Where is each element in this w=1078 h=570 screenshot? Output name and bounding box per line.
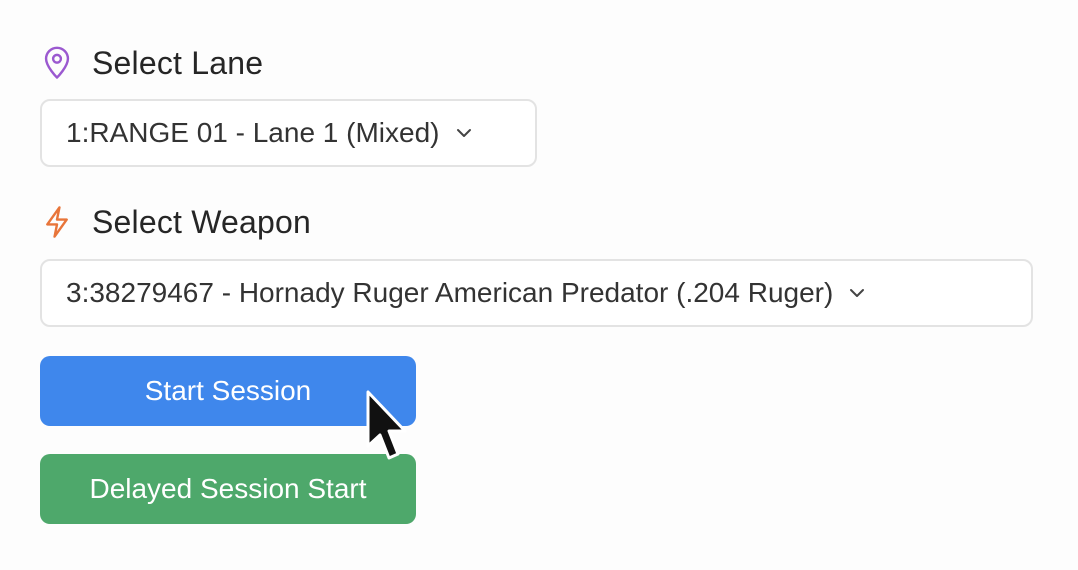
lane-select-value: 1:RANGE 01 - Lane 1 (Mixed) bbox=[66, 117, 440, 148]
lane-select[interactable]: 1:RANGE 01 - Lane 1 (Mixed) bbox=[40, 99, 537, 167]
session-panel: Select Lane 1:RANGE 01 - Lane 1 (Mixed) … bbox=[0, 0, 1078, 570]
start-session-button[interactable]: Start Session bbox=[40, 356, 416, 426]
weapon-select-value: 3:38279467 - Hornady Ruger American Pred… bbox=[66, 277, 834, 308]
weapon-label: Select Weapon bbox=[92, 203, 312, 240]
delayed-session-start-button[interactable]: Delayed Session Start bbox=[40, 454, 416, 524]
lane-label-row: Select Lane bbox=[40, 41, 263, 85]
weapon-label-row: Select Weapon bbox=[40, 200, 311, 244]
lane-label: Select Lane bbox=[92, 44, 264, 81]
lightning-icon bbox=[40, 205, 74, 239]
map-pin-icon bbox=[40, 46, 74, 80]
chevron-down-icon bbox=[847, 283, 867, 303]
weapon-select[interactable]: 3:38279467 - Hornady Ruger American Pred… bbox=[40, 259, 1033, 327]
chevron-down-icon bbox=[454, 123, 474, 143]
mouse-cursor-icon bbox=[366, 390, 407, 460]
